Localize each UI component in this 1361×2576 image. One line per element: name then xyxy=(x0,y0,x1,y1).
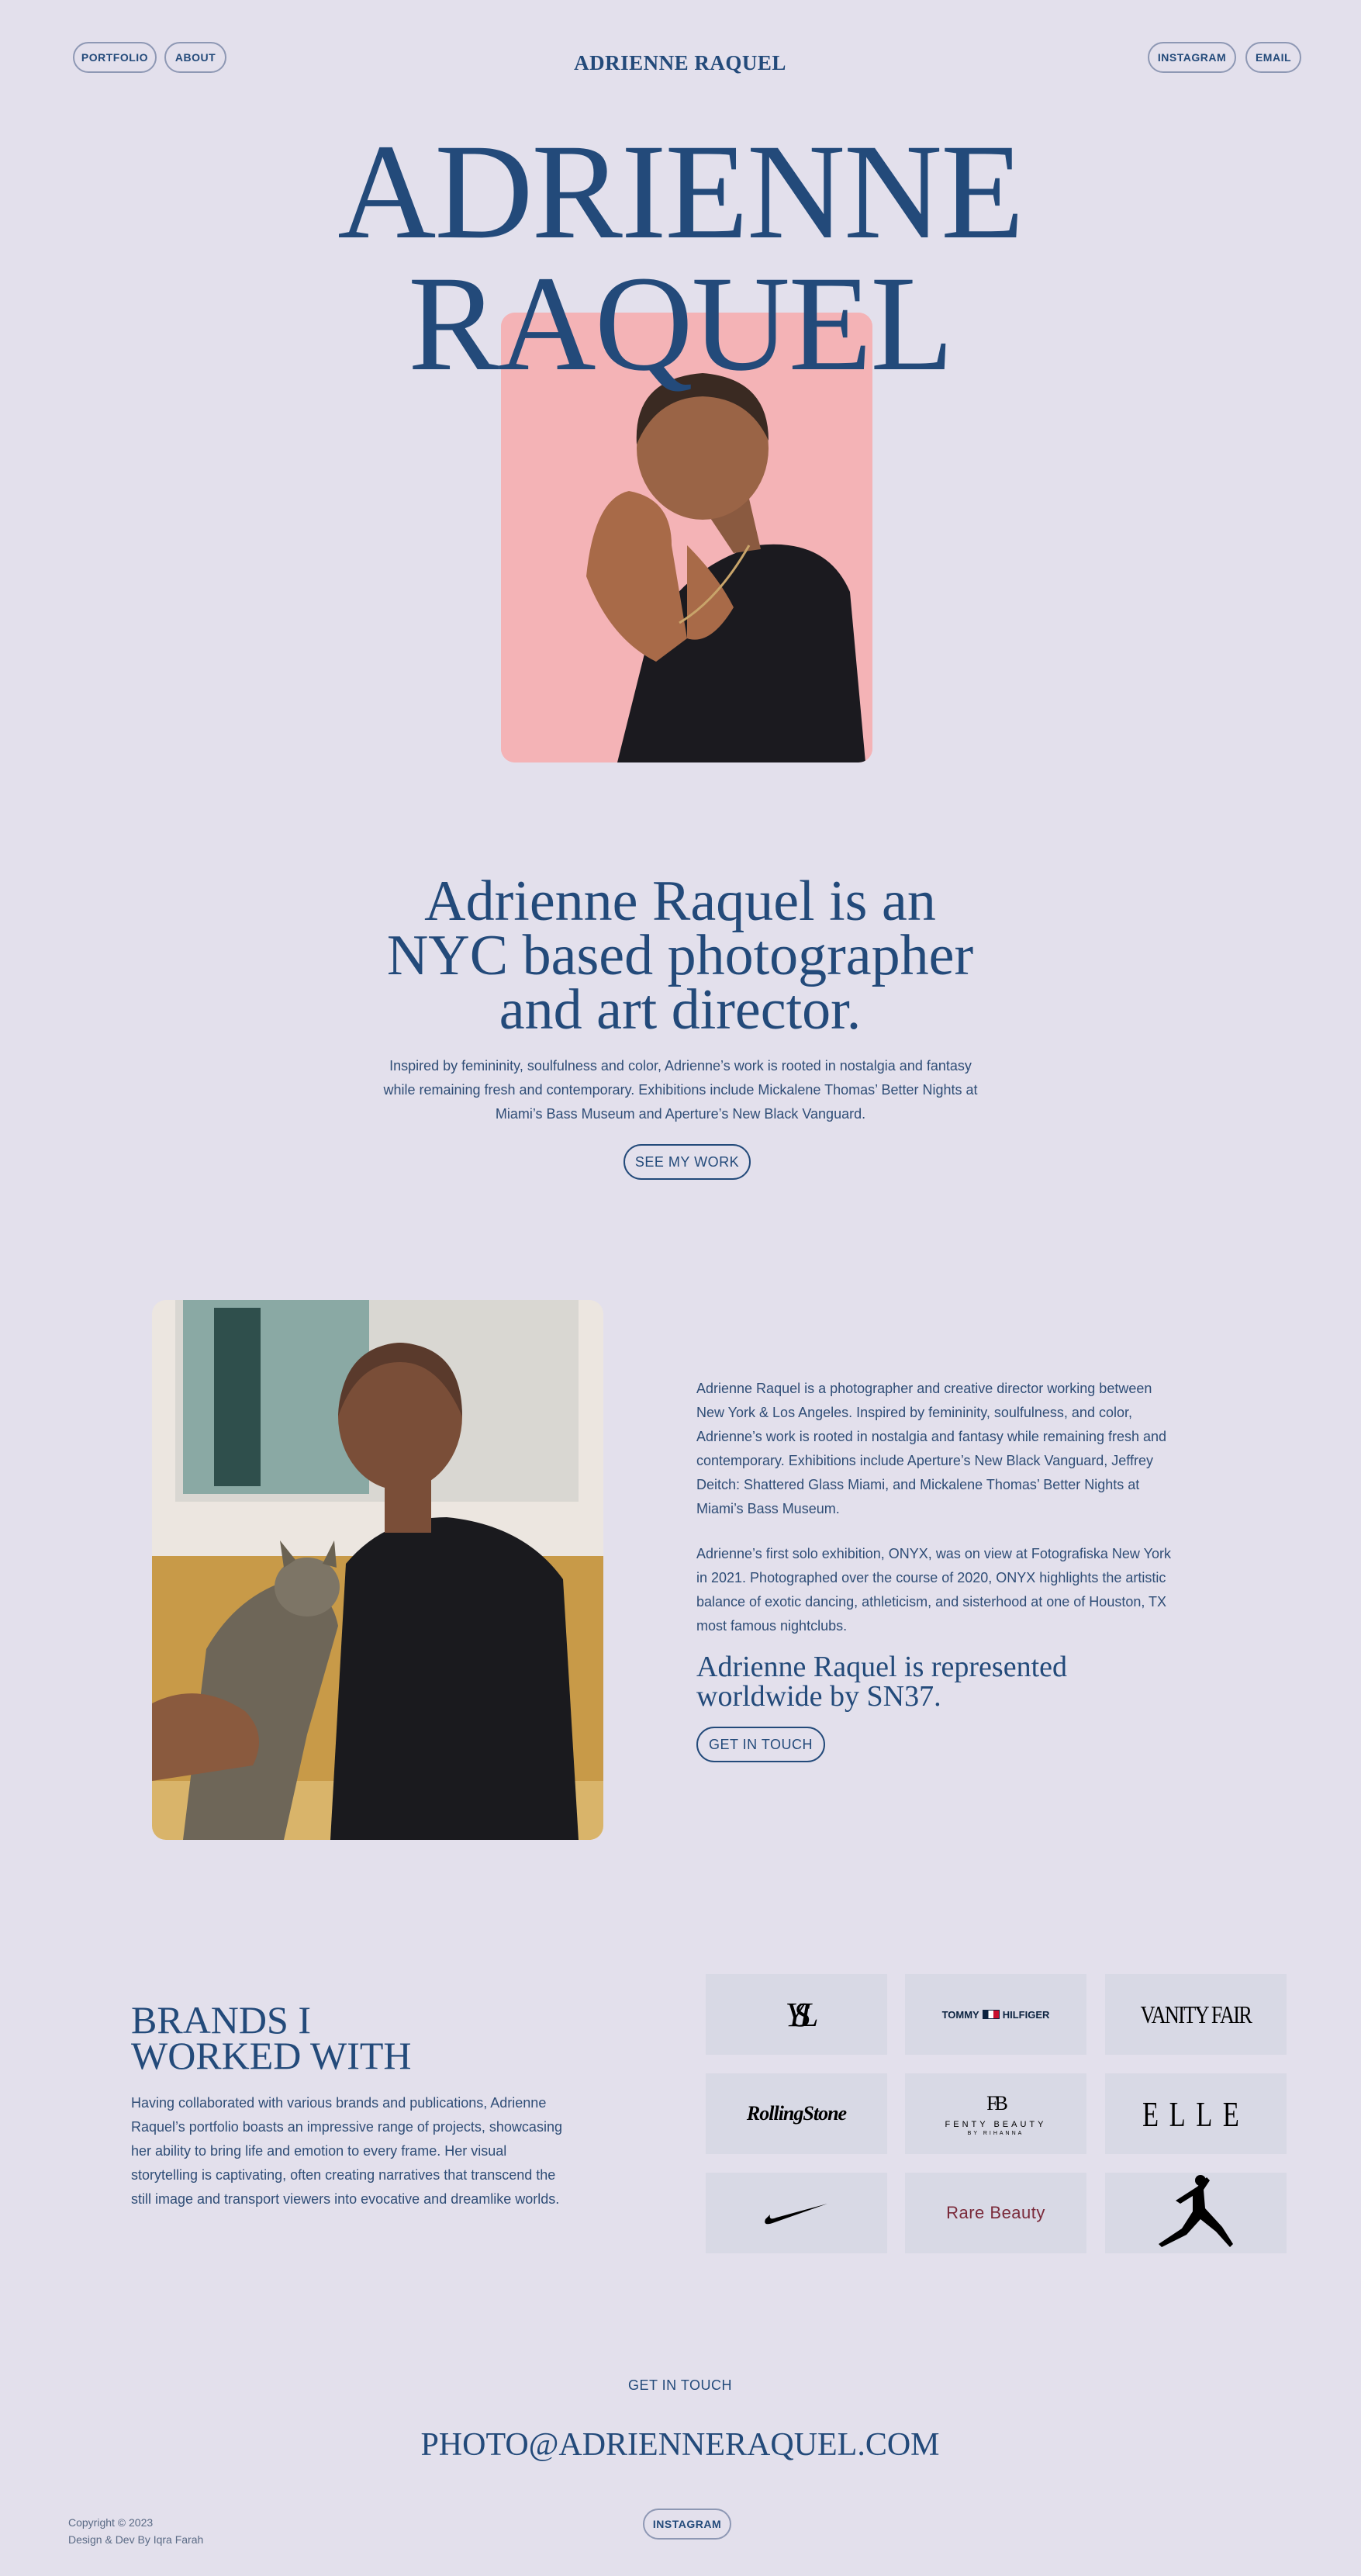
contact-email-link[interactable]: PHOTO@ADRIENNERAQUEL.COM xyxy=(292,2426,1068,2464)
nav-about-label: ABOUT xyxy=(174,51,216,64)
brand-tile-rare-beauty: Rare Beauty xyxy=(905,2173,1086,2253)
see-my-work-button[interactable]: SEE MY WORK xyxy=(624,1144,751,1180)
tommy-logo-left: TOMMY xyxy=(941,2008,979,2021)
brand-tile-vanity-fair: VANITY FAIR xyxy=(1105,1974,1287,2055)
fenty-monogram: FB xyxy=(986,2091,1008,2114)
about-text-1: Adrienne Raquel is a photographer and cr… xyxy=(696,1381,1167,1516)
brand-tile-ysl: YSL xyxy=(706,1974,887,2055)
footer-instagram-link[interactable]: INSTAGRAM xyxy=(643,2509,731,2540)
see-my-work-label: SEE MY WORK xyxy=(634,1153,740,1170)
nav-email-link[interactable]: EMAIL xyxy=(1245,42,1301,73)
intro-text: Inspired by femininity, soulfulness and … xyxy=(383,1058,978,1122)
nav-email-label: EMAIL xyxy=(1255,51,1292,64)
fenty-name: FENTY BEAUTY xyxy=(945,2119,1047,2129)
about-photo xyxy=(152,1300,603,1840)
cat-portrait-illustration xyxy=(152,1300,603,1840)
brand-tile-elle: ELLE xyxy=(1105,2073,1287,2154)
footer-copyright: Copyright © 2023 xyxy=(68,2516,154,2529)
nav-portfolio-label: PORTFOLIO xyxy=(81,51,149,64)
vanity-fair-logo: VANITY FAIR xyxy=(1140,2000,1252,2028)
ysl-logo: YSL xyxy=(785,1995,819,2034)
represented-heading-line1: Adrienne Raquel is represented xyxy=(696,1651,1067,1683)
nav-portfolio-link[interactable]: PORTFOLIO xyxy=(73,42,157,73)
get-in-touch-button[interactable]: GET IN TOUCH xyxy=(696,1727,825,1762)
footer-credit: Design & Dev By Iqra Farah xyxy=(68,2533,204,2546)
about-text-2: Adrienne’s first solo exhibition, ONYX, … xyxy=(696,1546,1171,1634)
rare-beauty-logo: Rare Beauty xyxy=(946,2203,1045,2222)
brands-text: Having collaborated with various brands … xyxy=(131,2095,562,2207)
brands-heading-line2: WORKED WITH xyxy=(131,2034,412,2077)
contact-label: GET IN TOUCH xyxy=(627,2377,733,2393)
nike-swoosh-icon xyxy=(765,2204,827,2225)
rolling-stone-logo: RollingStone xyxy=(746,2102,847,2125)
intro-heading-line3: and art director. xyxy=(499,978,862,1042)
brands-heading-line1: BRANDS I xyxy=(131,1998,311,2042)
nav-instagram-label: INSTAGRAM xyxy=(1157,51,1227,64)
nav-instagram-link[interactable]: INSTAGRAM xyxy=(1148,42,1236,73)
hero-title-line2: RAQUEL xyxy=(408,248,954,399)
footer-instagram-label: INSTAGRAM xyxy=(652,2518,722,2530)
intro-heading-line1: Adrienne Raquel is an xyxy=(424,870,936,933)
brand-logo[interactable]: ADRIENNE RAQUEL xyxy=(486,51,874,75)
hero-title-line1: ADRIENNE xyxy=(337,116,1024,268)
brand-tile-rolling-stone: RollingStone xyxy=(706,2073,887,2154)
fenty-sub: BY RIHANNA xyxy=(967,2130,1024,2136)
brand-tile-jordan xyxy=(1105,2173,1287,2253)
intro-heading-line2: NYC based photographer xyxy=(386,924,974,987)
brand-tile-tommy: TOMMY HILFIGER xyxy=(905,1974,1086,2055)
elle-logo: ELLE xyxy=(1142,2094,1250,2134)
represented-heading-line2: worldwide by SN37. xyxy=(696,1680,941,1713)
get-in-touch-label: GET IN TOUCH xyxy=(708,1736,813,1752)
tommy-flag-icon xyxy=(982,2010,1000,2019)
brand-tile-fenty: FB FENTY BEAUTY BY RIHANNA xyxy=(905,2073,1086,2154)
brand-tile-nike xyxy=(706,2173,887,2253)
nav-about-link[interactable]: ABOUT xyxy=(164,42,226,73)
jumpman-icon xyxy=(1159,2175,1233,2247)
tommy-logo-right: HILFIGER xyxy=(1002,2008,1050,2021)
